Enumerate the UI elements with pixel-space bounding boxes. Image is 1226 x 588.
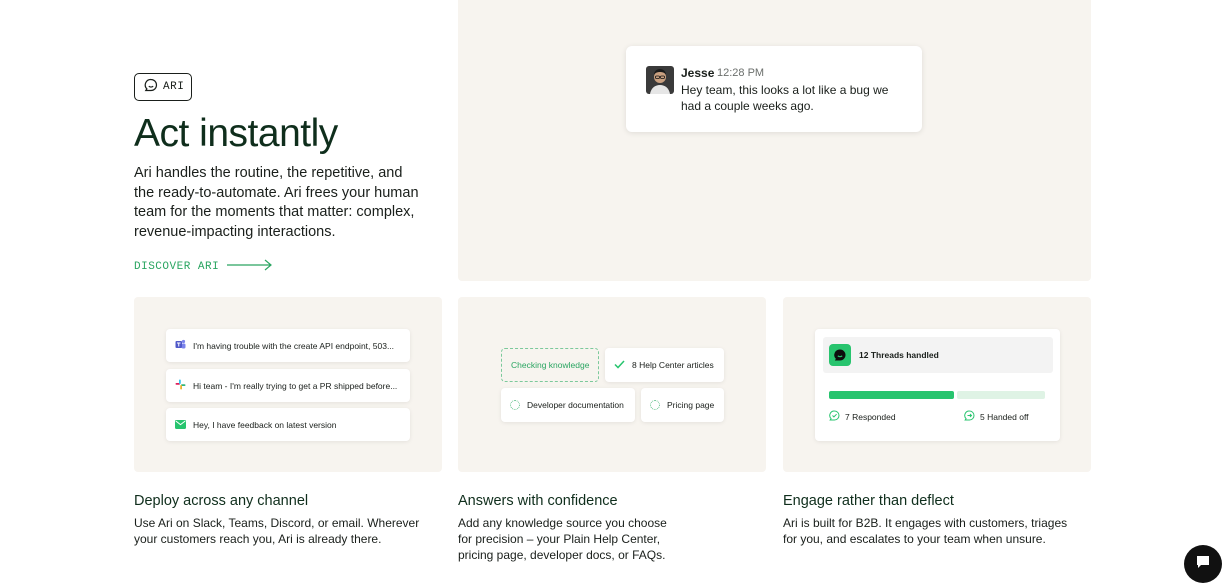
channel-message-email: Hey, I have feedback on latest version <box>166 408 410 441</box>
responded-progress-fill <box>829 391 954 399</box>
ari-logo-icon <box>829 344 851 366</box>
email-icon <box>175 416 186 434</box>
feature-title: Deploy across any channel <box>134 493 309 509</box>
feature-title: Answers with confidence <box>458 493 618 509</box>
handoff-icon <box>964 410 975 423</box>
message-author: Jesse <box>681 66 715 80</box>
loading-spinner-icon <box>650 400 660 410</box>
check-icon <box>614 359 625 371</box>
channel-message-text: Hey, I have feedback on latest version <box>193 419 337 430</box>
pricing-page-pill: Pricing page <box>641 388 724 422</box>
channel-message-text: I'm having trouble with the create API e… <box>193 340 395 351</box>
threads-handled-label: 12 Threads handled <box>859 350 939 360</box>
help-center-articles-pill: 8 Help Center articles <box>605 348 724 382</box>
threads-panel: 12 Threads handled 7 Responded 5 Handed … <box>783 297 1091 472</box>
checking-knowledge-pill: Checking knowledge <box>501 348 599 382</box>
help-center-articles-label: 8 Help Center articles <box>632 360 714 370</box>
feature-description: Use Ari on Slack, Teams, Discord, or ema… <box>134 516 420 546</box>
badge-label: ARI <box>163 81 185 93</box>
threads-stats-header: 12 Threads handled <box>823 337 1053 373</box>
arrow-right-icon <box>227 258 273 276</box>
threads-stats-card: 12 Threads handled 7 Responded 5 Handed … <box>815 329 1060 441</box>
feature-description: Add any knowledge source you choose for … <box>458 516 667 562</box>
feature-title: Engage rather than deflect <box>783 493 954 509</box>
hero-description: Ari handles the routine, the repetitive,… <box>134 165 419 240</box>
handed-off-progress-track <box>957 391 1045 399</box>
checking-knowledge-label: Checking knowledge <box>511 360 590 370</box>
pricing-page-label: Pricing page <box>667 400 715 410</box>
hero-illustration-panel <box>458 0 1091 281</box>
handed-off-stat: 5 Handed off <box>964 410 1029 423</box>
channels-panel: I'm having trouble with the create API e… <box>134 297 442 472</box>
responded-stat: 7 Responded <box>829 410 896 423</box>
channel-message-teams: I'm having trouble with the create API e… <box>166 329 410 362</box>
channel-message-text: Hi team - I'm really trying to get a PR … <box>193 380 398 391</box>
feature-description: Ari is built for B2B. It engages with cu… <box>783 516 1068 546</box>
loading-spinner-icon <box>510 400 520 410</box>
developer-docs-pill: Developer documentation <box>501 388 635 422</box>
message-text: Hey team, this looks a lot like a bug we… <box>681 83 889 113</box>
page-title: Act instantly <box>134 112 338 155</box>
chat-check-icon <box>829 410 840 423</box>
message-card: Jesse 12:28 PM Hey team, this looks a lo… <box>626 46 922 132</box>
avatar <box>646 66 674 94</box>
discover-ari-link[interactable]: DISCOVER ARI <box>134 258 273 276</box>
knowledge-panel: Checking knowledge 8 Help Center article… <box>458 297 766 472</box>
chat-bubble-icon <box>144 78 158 97</box>
developer-docs-label: Developer documentation <box>527 400 624 410</box>
chat-launcher-button[interactable] <box>1184 545 1222 583</box>
slack-icon <box>175 377 186 395</box>
teams-icon <box>175 337 186 355</box>
ari-badge: ARI <box>134 73 192 101</box>
message-timestamp: 12:28 PM <box>717 67 765 79</box>
discover-ari-label: DISCOVER ARI <box>134 261 220 273</box>
responded-label: 7 Responded <box>845 411 896 422</box>
channel-message-slack: Hi team - I'm really trying to get a PR … <box>166 369 410 402</box>
chat-icon <box>1195 554 1211 575</box>
handed-off-label: 5 Handed off <box>980 411 1029 422</box>
